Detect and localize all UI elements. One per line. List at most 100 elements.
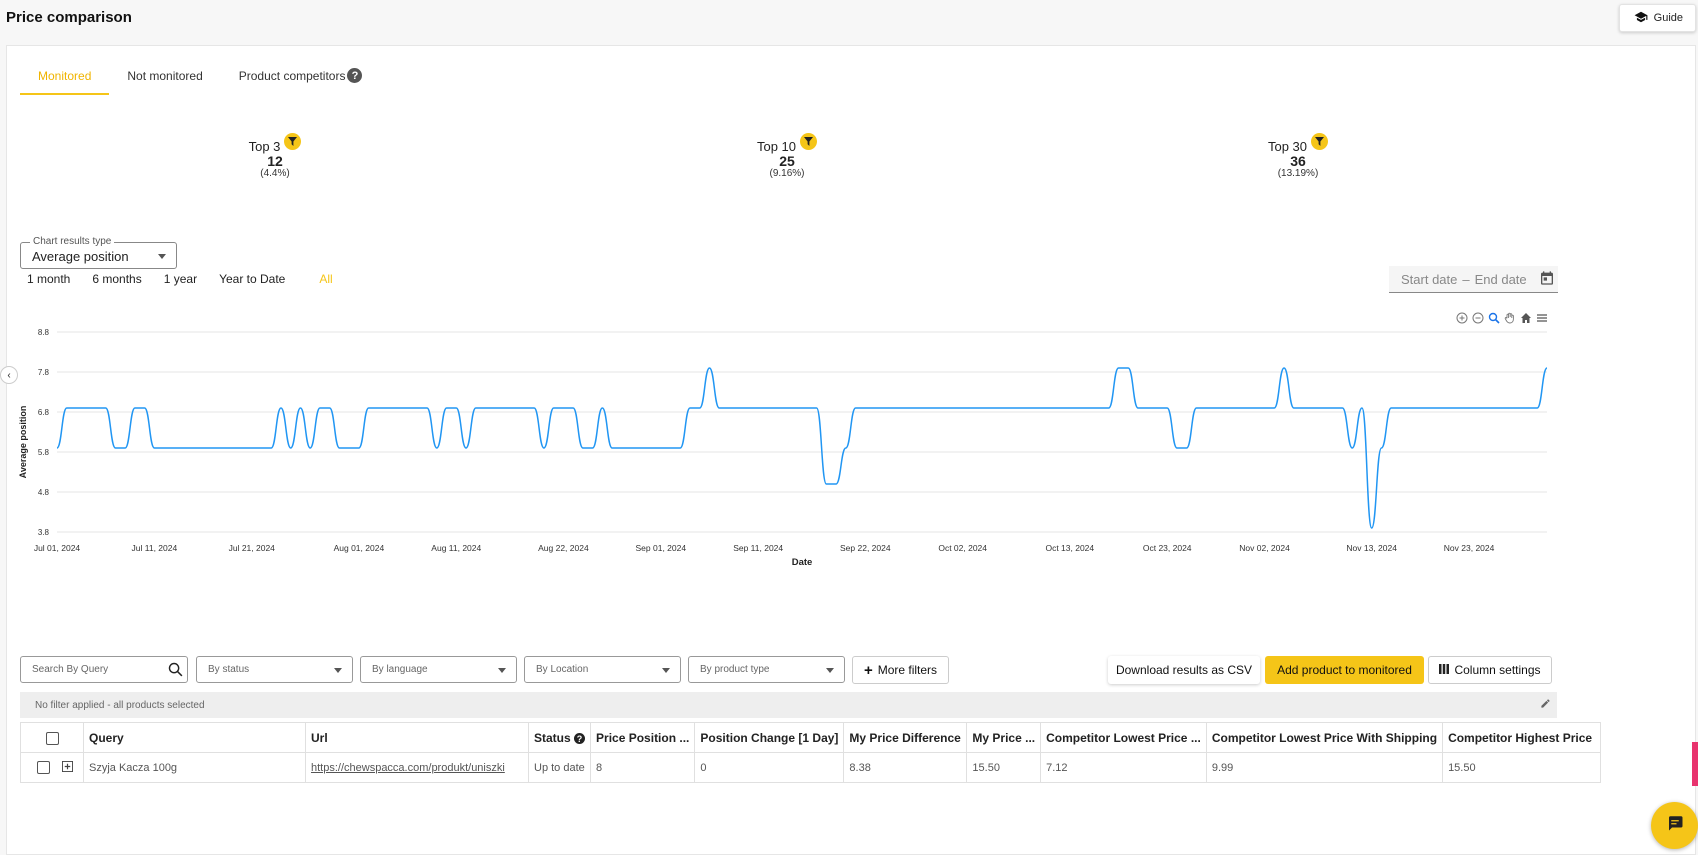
more-filters-label: More filters: [877, 663, 938, 677]
cell-competitor-lowest-with-shipping: 9.99: [1205, 752, 1444, 783]
stat-percent: (4.4%): [260, 168, 290, 179]
tab-label: Not monitored: [127, 69, 203, 83]
help-icon[interactable]: ?: [347, 68, 363, 83]
add-product-button[interactable]: Add product to monitored: [1265, 656, 1424, 684]
tab-not-monitored[interactable]: Not monitored: [109, 68, 220, 95]
x-tick-label: Jul 21, 2024: [229, 543, 276, 553]
x-tick-label: Nov 02, 2024: [1239, 543, 1290, 553]
range-1-year[interactable]: 1 year: [157, 272, 204, 286]
applied-filters-bar: No filter applied - all products selecte…: [20, 692, 1557, 718]
x-tick-label: Sep 01, 2024: [636, 543, 687, 553]
col-price-position[interactable]: Price Position ...: [590, 722, 696, 753]
col-competitor-highest-price[interactable]: Competitor Highest Price: [1442, 722, 1602, 753]
x-tick-label: Oct 02, 2024: [938, 543, 987, 553]
top-bar: Price comparison Guide: [0, 0, 1698, 44]
select-legend: Chart results type: [30, 236, 115, 247]
search-input[interactable]: Search By Query: [20, 656, 188, 683]
product-type-filter-label: By product type: [700, 664, 770, 675]
graduation-cap-icon: [1634, 10, 1648, 27]
col-url[interactable]: Url: [305, 722, 529, 753]
stat-percent: (9.16%): [769, 168, 805, 179]
start-date-field[interactable]: Start date: [1401, 272, 1457, 287]
products-table: Query Url Status ? Price Position ... Po…: [20, 722, 1602, 783]
y-tick-label: 3.8: [38, 528, 50, 537]
y-tick-label: 7.8: [38, 368, 50, 377]
funnel-icon[interactable]: [284, 133, 302, 150]
end-date-field[interactable]: End date: [1475, 272, 1527, 287]
chevron-down-icon: [662, 668, 670, 673]
more-filters-button[interactable]: + More filters: [852, 656, 949, 684]
stat-top-3: Top 3 12 (4.4%): [215, 133, 335, 180]
download-csv-button[interactable]: Download results as CSV: [1108, 656, 1260, 684]
x-tick-label: Nov 13, 2024: [1346, 543, 1397, 553]
col-competitor-lowest-price[interactable]: Competitor Lowest Price ...: [1040, 722, 1207, 753]
stat-top-30: Top 30 36 (13.19%): [1238, 133, 1358, 180]
guide-button[interactable]: Guide: [1618, 4, 1696, 32]
tab-monitored[interactable]: Monitored: [20, 68, 110, 95]
stat-value: 12: [267, 153, 283, 169]
funnel-icon[interactable]: [800, 133, 818, 150]
pencil-icon[interactable]: [1540, 698, 1551, 712]
x-tick-label: Aug 22, 2024: [538, 543, 589, 553]
product-type-filter-select[interactable]: By product type: [688, 656, 845, 683]
col-competitor-lowest-with-shipping[interactable]: Competitor Lowest Price With Shipping: [1205, 722, 1444, 753]
search-placeholder: Search By Query: [32, 664, 109, 675]
col-status[interactable]: Status ?: [527, 722, 592, 753]
language-filter-label: By language: [372, 664, 428, 675]
row-select-cell[interactable]: [20, 752, 84, 783]
feedback-side-tab[interactable]: [1692, 742, 1698, 786]
search-icon[interactable]: [167, 661, 184, 681]
col-status-label: Status: [534, 730, 571, 745]
x-tick-label: Oct 23, 2024: [1143, 543, 1192, 553]
range-year-to-date[interactable]: Year to Date: [212, 272, 292, 286]
x-tick-label: Jul 11, 2024: [132, 543, 178, 553]
x-tick-label: Nov 23, 2024: [1444, 543, 1495, 553]
calendar-icon[interactable]: [1539, 270, 1555, 289]
col-position-change[interactable]: Position Change [1 Day]: [694, 722, 845, 753]
col-my-price-difference[interactable]: My Price Difference: [843, 722, 968, 753]
status-filter-select[interactable]: By status: [196, 656, 353, 683]
filters-row: Search By Query By status By language By…: [20, 656, 1560, 684]
collapse-sidebar-button[interactable]: ‹: [0, 366, 18, 384]
range-1-month[interactable]: 1 month: [20, 272, 77, 286]
guide-label: Guide: [1653, 12, 1683, 24]
table-row[interactable]: Szyja Kacza 100g https://chewspacca.com/…: [20, 752, 1602, 783]
stat-label: Top 10: [756, 139, 797, 154]
y-tick-label: 6.8: [38, 408, 50, 417]
range-all[interactable]: All: [312, 272, 339, 286]
tab-product-competitors[interactable]: Product competitors?: [221, 68, 381, 95]
chevron-down-icon: [498, 668, 506, 673]
select-all-checkbox[interactable]: [45, 731, 59, 745]
x-tick-label: Jul 01, 2024: [34, 543, 81, 553]
chevron-down-icon: [334, 668, 342, 673]
chevron-down-icon: [158, 254, 166, 259]
tab-label: Monitored: [38, 69, 92, 83]
row-checkbox[interactable]: [37, 761, 50, 774]
x-axis-label: Date: [792, 557, 813, 566]
add-product-label: Add product to monitored: [1277, 663, 1412, 677]
language-filter-select[interactable]: By language: [360, 656, 517, 683]
date-range-picker[interactable]: Start date – End date: [1389, 266, 1558, 293]
col-my-price[interactable]: My Price ...: [966, 722, 1042, 753]
cell-status: Up to date: [527, 752, 592, 783]
chevron-down-icon: [826, 668, 834, 673]
tab-label: Product competitors: [238, 69, 346, 83]
cell-competitor-highest-price: 15.50: [1442, 752, 1602, 783]
y-axis-label: Average position: [18, 406, 28, 479]
product-url-link[interactable]: https://chewspacca.com/produkt/uniszki: [311, 762, 505, 774]
help-icon[interactable]: ?: [574, 733, 586, 744]
expand-icon[interactable]: [62, 760, 73, 775]
chat-button[interactable]: [1651, 802, 1698, 849]
column-settings-label: Column settings: [1454, 663, 1541, 677]
status-filter-label: By status: [208, 664, 250, 675]
col-query[interactable]: Query: [83, 722, 306, 753]
cell-url[interactable]: https://chewspacca.com/produkt/uniszki: [305, 752, 529, 783]
chart-results-type-select[interactable]: Chart results type Average position: [20, 236, 177, 269]
range-6-months[interactable]: 6 months: [85, 272, 148, 286]
funnel-icon[interactable]: [1311, 133, 1329, 150]
stat-value: 36: [1290, 153, 1306, 169]
location-filter-select[interactable]: By Location: [524, 656, 681, 683]
select-all-checkbox-cell[interactable]: [20, 722, 84, 753]
column-settings-button[interactable]: Column settings: [1428, 656, 1552, 684]
stat-label: Top 30: [1267, 139, 1308, 154]
